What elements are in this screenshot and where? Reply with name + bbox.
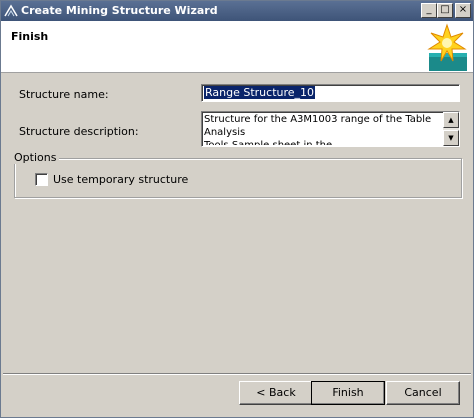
finish-burst-icon bbox=[425, 23, 469, 71]
structure-name-value: Range Structure_10 bbox=[204, 86, 316, 99]
use-temporary-structure-label[interactable]: Use temporary structure bbox=[53, 173, 188, 186]
structure-name-input[interactable]: Range Structure_10 bbox=[201, 84, 460, 102]
footer-divider bbox=[3, 373, 471, 375]
options-group-label: Options bbox=[11, 151, 60, 164]
structure-name-label: Structure name: bbox=[19, 88, 109, 101]
scroll-up-arrow-icon[interactable]: ▲ bbox=[443, 112, 459, 128]
structure-description-value: Structure for the A3M1003 range of the T… bbox=[204, 114, 432, 145]
maximize-button[interactable]: □ bbox=[437, 3, 453, 18]
finish-button[interactable]: Finish bbox=[311, 381, 385, 405]
structure-description-input[interactable]: Structure for the A3M1003 range of the T… bbox=[201, 111, 460, 147]
structure-description-label: Structure description: bbox=[19, 125, 139, 138]
scroll-down-arrow-icon[interactable]: ▼ bbox=[443, 130, 459, 146]
cancel-button[interactable]: Cancel bbox=[386, 381, 460, 405]
wizard-header: Finish bbox=[1, 21, 473, 73]
window-title: Create Mining Structure Wizard bbox=[21, 4, 218, 17]
wizard-icon bbox=[4, 4, 18, 18]
wizard-window: Create Mining Structure Wizard _ □ × Fin… bbox=[0, 0, 474, 418]
close-button[interactable]: × bbox=[455, 3, 471, 18]
page-title: Finish bbox=[11, 30, 49, 43]
minimize-button[interactable]: _ bbox=[421, 3, 437, 18]
use-temporary-structure-checkbox[interactable] bbox=[35, 173, 48, 186]
title-bar[interactable]: Create Mining Structure Wizard _ □ × bbox=[1, 1, 473, 21]
back-button[interactable]: < Back bbox=[239, 381, 313, 405]
description-scrollbar[interactable]: ▲ ▼ bbox=[443, 112, 459, 146]
